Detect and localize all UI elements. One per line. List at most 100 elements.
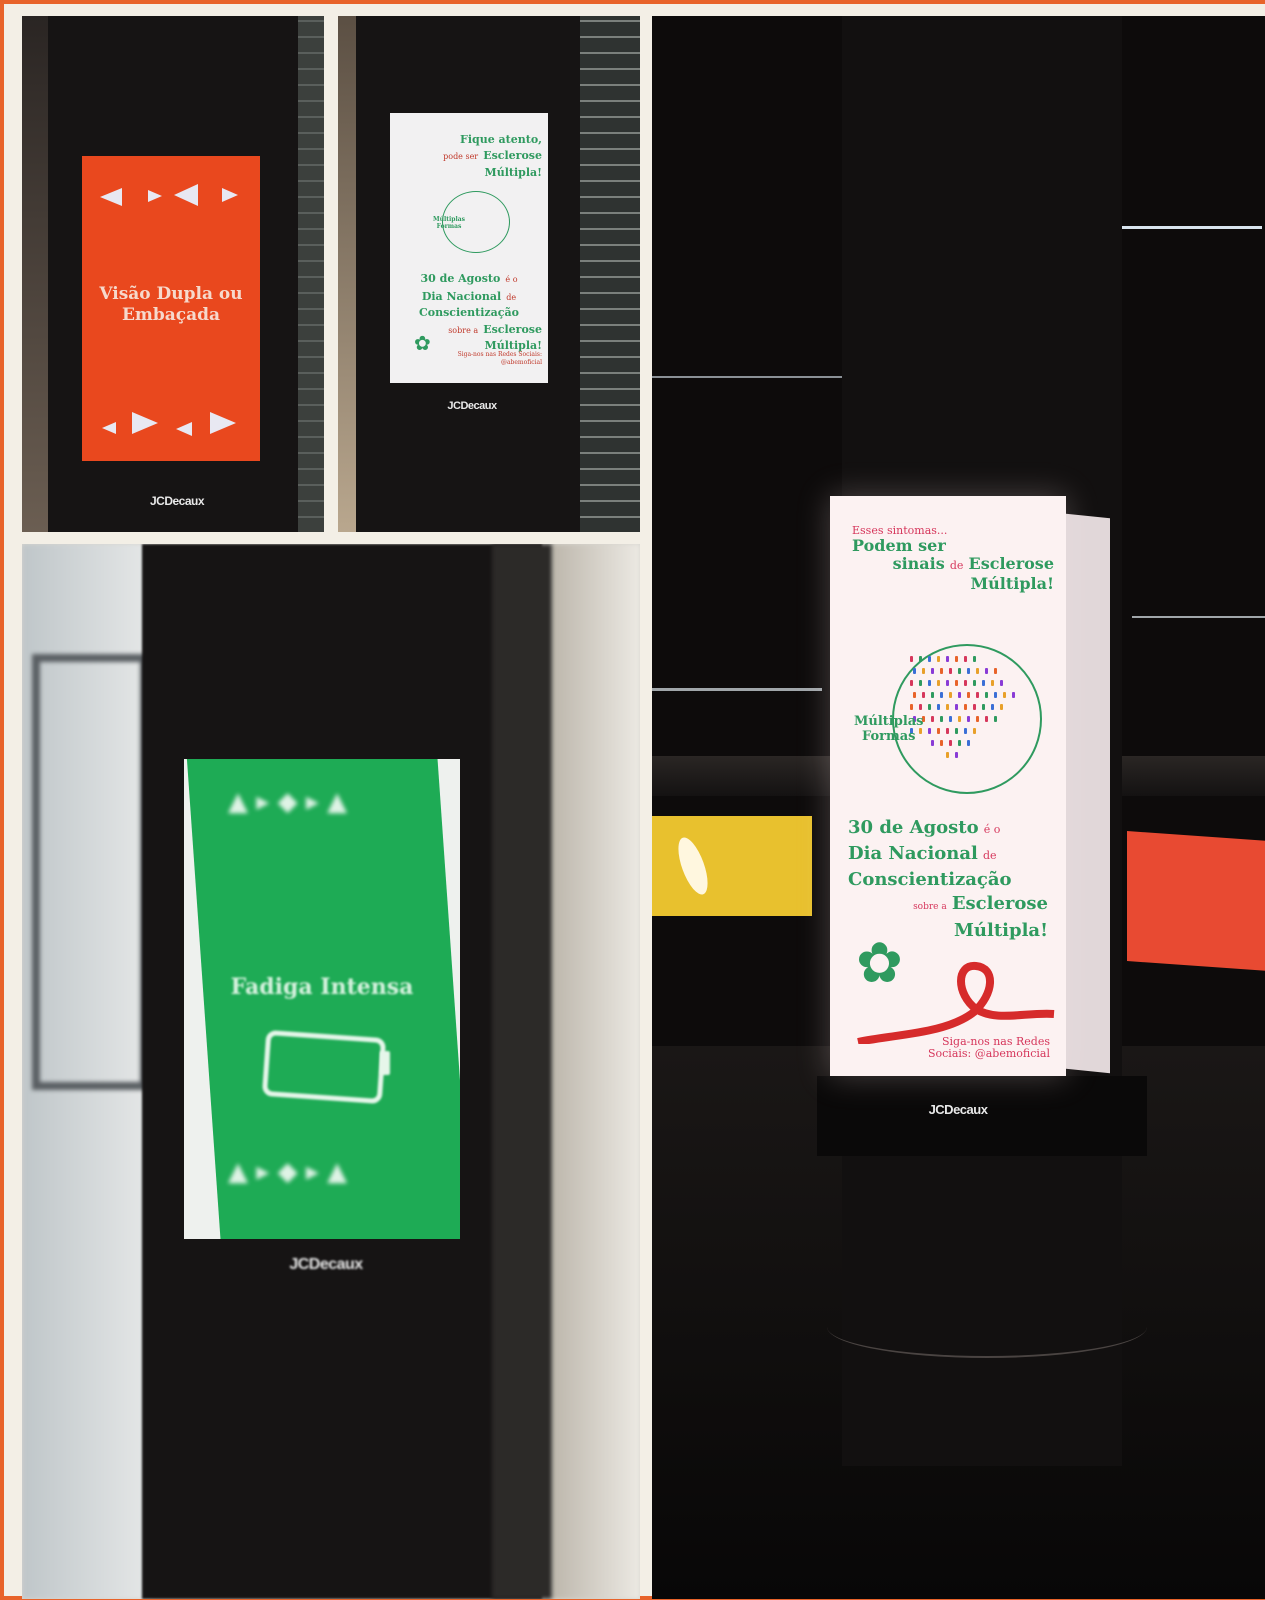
person-figure bbox=[967, 692, 970, 698]
arrow-triangle-icon bbox=[100, 188, 122, 206]
pink-screen: Esses sintomas... Podem ser sinais de Es… bbox=[830, 496, 1066, 1076]
brand-logo: JCDecaux bbox=[928, 1102, 988, 1117]
arrow-triangle-icon bbox=[176, 422, 192, 436]
person-figure bbox=[985, 668, 988, 674]
headline-big: Esclerose Múltipla! bbox=[483, 149, 542, 179]
green-screen: ▲ ▸ ◆ ▸ ▲ Fadiga Intensa ▲ ▸ ◆ ▸ ▲ bbox=[184, 759, 460, 1239]
person-figure bbox=[946, 680, 949, 686]
date-line-2: Dia Nacional bbox=[848, 843, 978, 864]
person-figure bbox=[949, 740, 952, 746]
photo-top-left: Visão Dupla ou Embaçada JCDecaux bbox=[22, 16, 324, 532]
person-figure bbox=[1000, 680, 1003, 686]
person-figure bbox=[940, 740, 943, 746]
arrow-triangle-icon bbox=[210, 412, 236, 434]
person-figure bbox=[922, 668, 925, 674]
person-figure bbox=[928, 728, 931, 734]
white-screen: Fique atento, pode ser Esclerose Múltipl… bbox=[390, 113, 548, 383]
arrow-triangle-icon bbox=[174, 184, 198, 206]
person-figure bbox=[937, 680, 940, 686]
person-figure bbox=[946, 656, 949, 662]
person-figure bbox=[946, 704, 949, 710]
person-figure bbox=[964, 704, 967, 710]
bird-icon: ▲ ▸ ◆ ▸ ▲ bbox=[228, 787, 348, 817]
ribbon-icon bbox=[857, 962, 1055, 1044]
person-figure bbox=[958, 716, 961, 722]
person-figure bbox=[955, 704, 958, 710]
person-figure bbox=[910, 680, 913, 686]
person-figure bbox=[973, 656, 976, 662]
line-big-2: Esclerose bbox=[968, 554, 1055, 573]
footer-text: Siga-nos nas Redes Sociais: @abemoficial bbox=[927, 1035, 1050, 1060]
person-figure bbox=[949, 668, 952, 674]
photo-bottom-left: ▲ ▸ ◆ ▸ ▲ Fadiga Intensa ▲ ▸ ◆ ▸ ▲ JCDec… bbox=[22, 544, 640, 1599]
person-figure bbox=[955, 680, 958, 686]
person-figure bbox=[964, 680, 967, 686]
people-mosaic bbox=[910, 656, 1020, 776]
person-figure bbox=[1012, 692, 1015, 698]
side-screen bbox=[1066, 513, 1110, 1074]
battery-empty-icon bbox=[261, 1029, 387, 1105]
brand-logo: JCDecaux bbox=[289, 1256, 363, 1273]
person-figure bbox=[928, 680, 931, 686]
person-figure bbox=[964, 656, 967, 662]
date-line-3: Conscientização bbox=[419, 306, 519, 319]
date-line-2: Dia Nacional bbox=[421, 290, 502, 303]
person-figure bbox=[910, 656, 913, 662]
person-figure bbox=[931, 668, 934, 674]
person-figure bbox=[991, 680, 994, 686]
person-figure bbox=[976, 716, 979, 722]
date-line-4: Esclerose bbox=[483, 323, 542, 336]
line-big-1: Podem ser bbox=[852, 536, 946, 555]
person-figure bbox=[994, 716, 997, 722]
person-figure bbox=[937, 704, 940, 710]
date-line-4: Esclerose bbox=[951, 893, 1048, 914]
person-figure bbox=[937, 656, 940, 662]
person-figure bbox=[982, 680, 985, 686]
brand-logo: JCDecaux bbox=[447, 400, 497, 412]
person-figure bbox=[928, 656, 931, 662]
person-figure bbox=[958, 668, 961, 674]
arrow-triangle-icon bbox=[222, 188, 238, 202]
person-figure bbox=[946, 728, 949, 734]
person-figure bbox=[955, 656, 958, 662]
brand-logo: JCDecaux bbox=[149, 494, 205, 508]
person-figure bbox=[928, 704, 931, 710]
person-figure bbox=[919, 656, 922, 662]
person-figure bbox=[940, 692, 943, 698]
person-figure bbox=[946, 752, 949, 758]
person-figure bbox=[967, 740, 970, 746]
person-figure bbox=[985, 716, 988, 722]
person-figure bbox=[919, 680, 922, 686]
person-figure bbox=[937, 728, 940, 734]
person-figure bbox=[949, 716, 952, 722]
person-figure bbox=[1003, 692, 1006, 698]
person-figure bbox=[973, 680, 976, 686]
person-figure bbox=[931, 716, 934, 722]
photo-right: Esses sintomas... Podem ser sinais de Es… bbox=[652, 16, 1265, 1599]
person-figure bbox=[964, 728, 967, 734]
person-figure bbox=[940, 716, 943, 722]
person-figure bbox=[940, 668, 943, 674]
person-figure bbox=[1000, 704, 1003, 710]
person-figure bbox=[967, 716, 970, 722]
photo-top-right: Fique atento, pode ser Esclerose Múltipl… bbox=[338, 16, 640, 532]
person-figure bbox=[910, 704, 913, 710]
person-figure bbox=[955, 728, 958, 734]
person-figure bbox=[991, 704, 994, 710]
person-figure bbox=[958, 740, 961, 746]
person-figure bbox=[958, 692, 961, 698]
logo-text: Múltiplas Formas bbox=[854, 714, 924, 744]
footer-text: Siga-nos nas Redes Sociais: @abemoficial bbox=[457, 351, 542, 366]
screen-text: Fadiga Intensa bbox=[230, 974, 414, 1000]
person-figure bbox=[922, 692, 925, 698]
person-figure bbox=[976, 692, 979, 698]
person-figure bbox=[994, 692, 997, 698]
person-figure bbox=[973, 728, 976, 734]
person-figure bbox=[973, 704, 976, 710]
bird-icon: ▲ ▸ ◆ ▸ ▲ bbox=[228, 1157, 348, 1187]
person-figure bbox=[913, 668, 916, 674]
screen-text: Visão Dupla ou Embaçada bbox=[99, 284, 243, 325]
logo-text: Múltiplas Formas bbox=[432, 216, 466, 230]
headline-small: Fique atento, bbox=[460, 133, 542, 146]
person-figure bbox=[982, 704, 985, 710]
